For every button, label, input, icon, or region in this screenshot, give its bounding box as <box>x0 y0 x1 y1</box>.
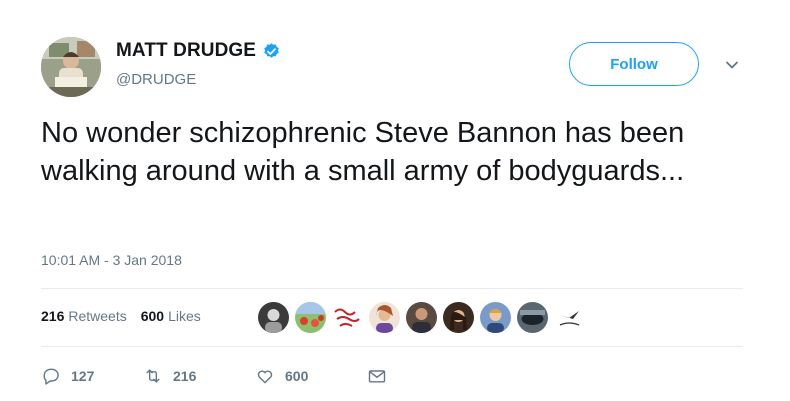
liker-avatar[interactable] <box>480 302 511 333</box>
likes-stat[interactable]: 600 Likes <box>141 308 201 324</box>
retweet-icon <box>146 369 160 383</box>
heart-icon <box>257 370 273 384</box>
follow-button[interactable]: Follow <box>569 42 699 86</box>
liker-avatar[interactable] <box>443 302 474 333</box>
author-photo <box>41 37 101 97</box>
reply-count: 127 <box>71 368 95 384</box>
likes-label: Likes <box>168 308 201 324</box>
liker-avatar[interactable] <box>517 302 548 333</box>
direct-message-button[interactable] <box>367 366 387 386</box>
divider <box>41 346 743 347</box>
like-count: 600 <box>285 368 309 384</box>
liker-avatar[interactable] <box>295 302 326 333</box>
verified-badge-icon <box>264 42 279 58</box>
chevron-down-icon[interactable] <box>722 55 742 75</box>
liker-avatars <box>258 302 591 333</box>
tweet-text: No wonder schizophrenic Steve Bannon has… <box>41 117 685 187</box>
liker-avatar[interactable] <box>554 302 585 333</box>
retweets-label: Retweets <box>68 308 127 324</box>
envelope-icon <box>368 370 386 383</box>
retweet-count: 216 <box>173 368 197 384</box>
liker-avatar[interactable] <box>258 302 289 333</box>
reply-icon <box>43 368 59 385</box>
author-avatar[interactable] <box>41 37 101 97</box>
retweets-count: 216 <box>41 308 65 324</box>
author-handle[interactable]: @DRUDGE <box>116 71 196 88</box>
tweet-timestamp[interactable]: 10:01 AM - 3 Jan 2018 <box>41 252 182 268</box>
retweets-stat[interactable]: 216 Retweets <box>41 308 127 324</box>
divider <box>41 288 743 289</box>
author-display-name[interactable]: MATT DRUDGE <box>116 40 256 62</box>
retweet-button[interactable]: 216 <box>143 366 255 386</box>
tweet-stats: 216 Retweets 600 Likes <box>41 308 215 324</box>
liker-avatar[interactable] <box>332 302 363 333</box>
reply-button[interactable]: 127 <box>41 366 121 386</box>
likes-count: 600 <box>140 308 165 324</box>
like-button[interactable]: 600 <box>255 366 347 386</box>
liker-avatar[interactable] <box>406 302 437 333</box>
tweet-actions: 127 216 600 <box>41 366 387 386</box>
liker-avatar[interactable] <box>369 302 400 333</box>
